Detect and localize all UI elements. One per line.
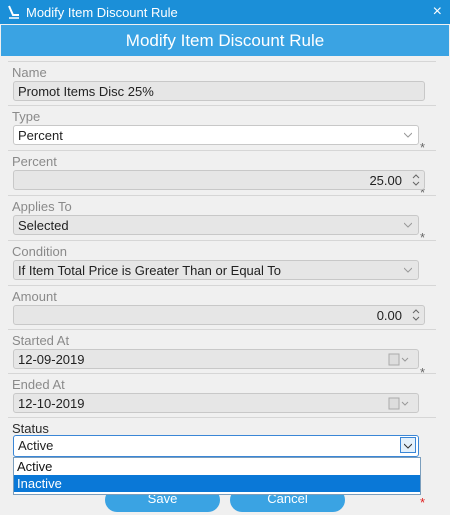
applies-to-select-value: Selected (18, 218, 69, 233)
started-at-field-group: Started At 12-09-2019 (8, 329, 436, 369)
ended-at-value: 12-10-2019 (18, 396, 85, 411)
name-input[interactable]: Promot Items Disc 25% (13, 81, 425, 101)
status-option-active[interactable]: Active (14, 458, 420, 475)
dialog-header: Modify Item Discount Rule (1, 25, 449, 56)
status-dropdown-button[interactable] (400, 437, 416, 453)
amount-value: 0.00 (376, 308, 402, 323)
applies-to-select[interactable]: Selected (13, 215, 419, 235)
chevron-down-icon (404, 267, 412, 273)
name-label: Name (12, 65, 47, 80)
amount-field-group: Amount 0.00 (8, 285, 436, 325)
percent-input[interactable]: 25.00 (13, 170, 425, 190)
chevron-down-icon (404, 132, 412, 138)
calendar-icon[interactable] (388, 353, 410, 366)
window-title: Modify Item Discount Rule (26, 5, 178, 20)
condition-field-group: Condition If Item Total Price is Greater… (8, 240, 436, 280)
name-required-marker: * (420, 140, 426, 155)
status-select-value: Active (18, 438, 54, 453)
status-dropdown-list: Active Inactive (13, 457, 421, 495)
status-select[interactable]: Active (13, 435, 419, 457)
amount-input[interactable]: 0.00 (13, 305, 425, 325)
spinner-arrows-icon[interactable] (411, 173, 421, 187)
chevron-down-icon (404, 443, 412, 449)
percent-field-group: Percent 25.00 (8, 150, 436, 190)
percent-required-marker: * (420, 230, 426, 245)
condition-label: Condition (12, 244, 67, 259)
status-required-marker: * (420, 495, 426, 510)
started-at-label: Started At (12, 333, 70, 348)
applies-to-label: Applies To (12, 199, 72, 214)
condition-select[interactable]: If Item Total Price is Greater Than or E… (13, 260, 419, 280)
window-titlebar: Modify Item Discount Rule × (0, 0, 450, 24)
ended-at-field-group: Ended At 12-10-2019 (8, 373, 436, 413)
percent-label: Percent (12, 154, 57, 169)
type-label: Type (12, 109, 41, 124)
close-icon[interactable]: × (433, 2, 442, 22)
percent-value: 25.00 (369, 173, 402, 188)
ended-at-date-input[interactable]: 12-10-2019 (13, 393, 419, 413)
status-option-inactive[interactable]: Inactive (14, 475, 420, 492)
spinner-arrows-icon[interactable] (411, 308, 421, 322)
app-logo-icon (6, 4, 22, 20)
calendar-icon[interactable] (388, 397, 410, 410)
condition-select-value: If Item Total Price is Greater Than or E… (18, 263, 282, 278)
started-at-date-input[interactable]: 12-09-2019 (13, 349, 419, 369)
started-at-value: 12-09-2019 (18, 352, 85, 367)
type-select[interactable]: Percent (13, 125, 419, 145)
type-select-value: Percent (18, 128, 63, 143)
name-field-group: Name Promot Items Disc 25% (8, 61, 436, 101)
chevron-down-icon (404, 222, 412, 228)
applies-to-field-group: Applies To Selected (8, 195, 436, 235)
ended-at-label: Ended At (12, 377, 65, 392)
type-field-group: Type Percent (8, 105, 436, 145)
status-field-group: Status Active (8, 417, 436, 457)
status-label: Status (12, 421, 49, 436)
amount-label: Amount (12, 289, 57, 304)
